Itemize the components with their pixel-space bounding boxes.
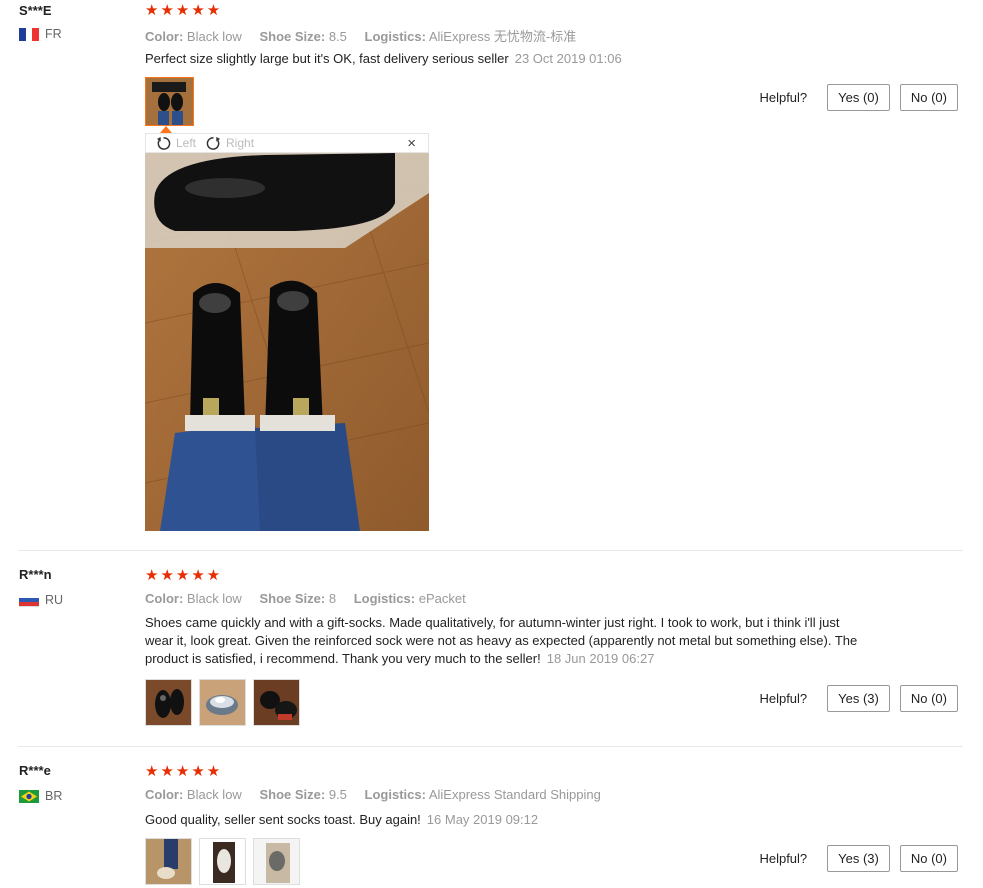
color-value: Black low <box>186 787 242 802</box>
helpful-no-button[interactable]: No (0) <box>899 845 958 872</box>
helpful-group: Helpful? Yes (3) No (0) <box>759 845 958 872</box>
review-photo-thumb[interactable] <box>145 838 192 885</box>
helpful-label: Helpful? <box>759 851 808 866</box>
color-label: Color: <box>145 787 184 802</box>
star-rating: ★★★★★ <box>145 763 223 780</box>
review-attributes: Color: Black low Shoe Size: 9.5 Logistic… <box>145 787 615 802</box>
helpful-yes-button[interactable]: Yes (3) <box>827 845 890 872</box>
logistics-label: Logistics: <box>364 787 426 802</box>
review-photo-thumb[interactable] <box>253 838 300 885</box>
review-photos <box>145 838 300 885</box>
country-code: BR <box>45 789 63 803</box>
size-label: Shoe Size: <box>259 787 326 802</box>
reviewer-name: R***e <box>19 763 51 778</box>
review-body: Good quality, seller sent socks toast. B… <box>145 812 421 827</box>
review-item: R***e BR ★★★★★ Color: Black low Shoe Siz… <box>0 0 983 888</box>
review-photo-thumb[interactable] <box>199 838 246 885</box>
review-date: 16 May 2019 09:12 <box>426 812 539 827</box>
logistics-value: AliExpress Standard Shipping <box>428 787 601 802</box>
reviewer-country: BR <box>19 789 62 803</box>
review-text: Good quality, seller sent socks toast. B… <box>145 811 860 829</box>
brazil-flag-icon <box>19 789 39 803</box>
size-value: 9.5 <box>328 787 347 802</box>
